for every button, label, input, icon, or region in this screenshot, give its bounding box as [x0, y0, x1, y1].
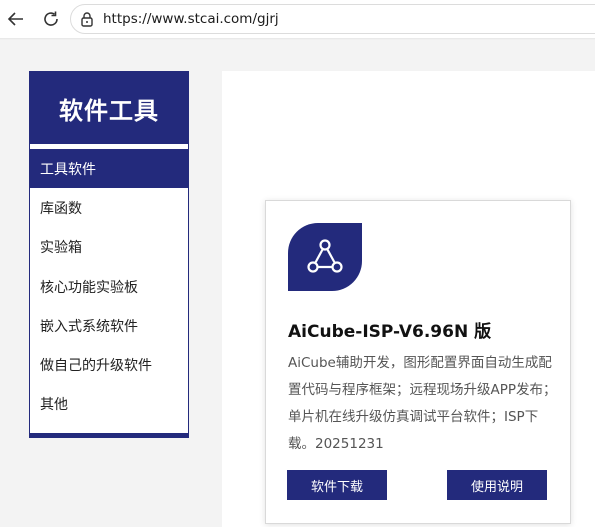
arrow-left-icon — [7, 12, 23, 26]
sidebar-item-upgrade-software[interactable]: 做自己的升级软件 — [30, 345, 188, 384]
card-description: AiCube辅助开发，图形配置界面自动生成配置代码与程序框架；远程现场升级APP… — [288, 355, 557, 452]
sidebar-item-library-functions[interactable]: 库函数 — [30, 188, 188, 227]
download-button[interactable]: 软件下载 — [287, 470, 387, 500]
card-title: AiCube-ISP-V6.96N 版 — [288, 322, 492, 342]
back-button[interactable] — [4, 7, 28, 31]
sidebar-item-core-function-board[interactable]: 核心功能实验板 — [30, 267, 188, 306]
sidebar-bottom-bar — [29, 433, 189, 438]
manual-button[interactable]: 使用说明 — [447, 470, 547, 500]
sidebar-item-experiment-box[interactable]: 实验箱 — [30, 228, 188, 267]
reload-button[interactable] — [39, 7, 63, 31]
toolbar-divider — [0, 38, 595, 40]
share-icon — [307, 239, 343, 273]
sidebar: 软件工具 工具软件 库函数 实验箱 核心功能实验板 嵌入式系统软件 做自己的升级… — [29, 71, 189, 438]
sidebar-item-tool-software[interactable]: 工具软件 — [30, 149, 188, 189]
address-bar[interactable]: https://www.stcai.com/gjrj — [70, 4, 595, 34]
sidebar-item-embedded-software[interactable]: 嵌入式系统软件 — [30, 306, 188, 345]
software-card: AiCube-ISP-V6.96N 版 AiCube辅助开发，图形配置界面自动生… — [265, 200, 571, 524]
lock-icon — [81, 12, 93, 27]
sidebar-title: 软件工具 — [30, 72, 188, 144]
reload-icon — [44, 11, 58, 26]
sidebar-item-other[interactable]: 其他 — [30, 385, 188, 424]
browser-toolbar: https://www.stcai.com/gjrj — [0, 0, 595, 38]
card-icon-badge — [288, 223, 362, 291]
url-text: https://www.stcai.com/gjrj — [103, 11, 279, 27]
